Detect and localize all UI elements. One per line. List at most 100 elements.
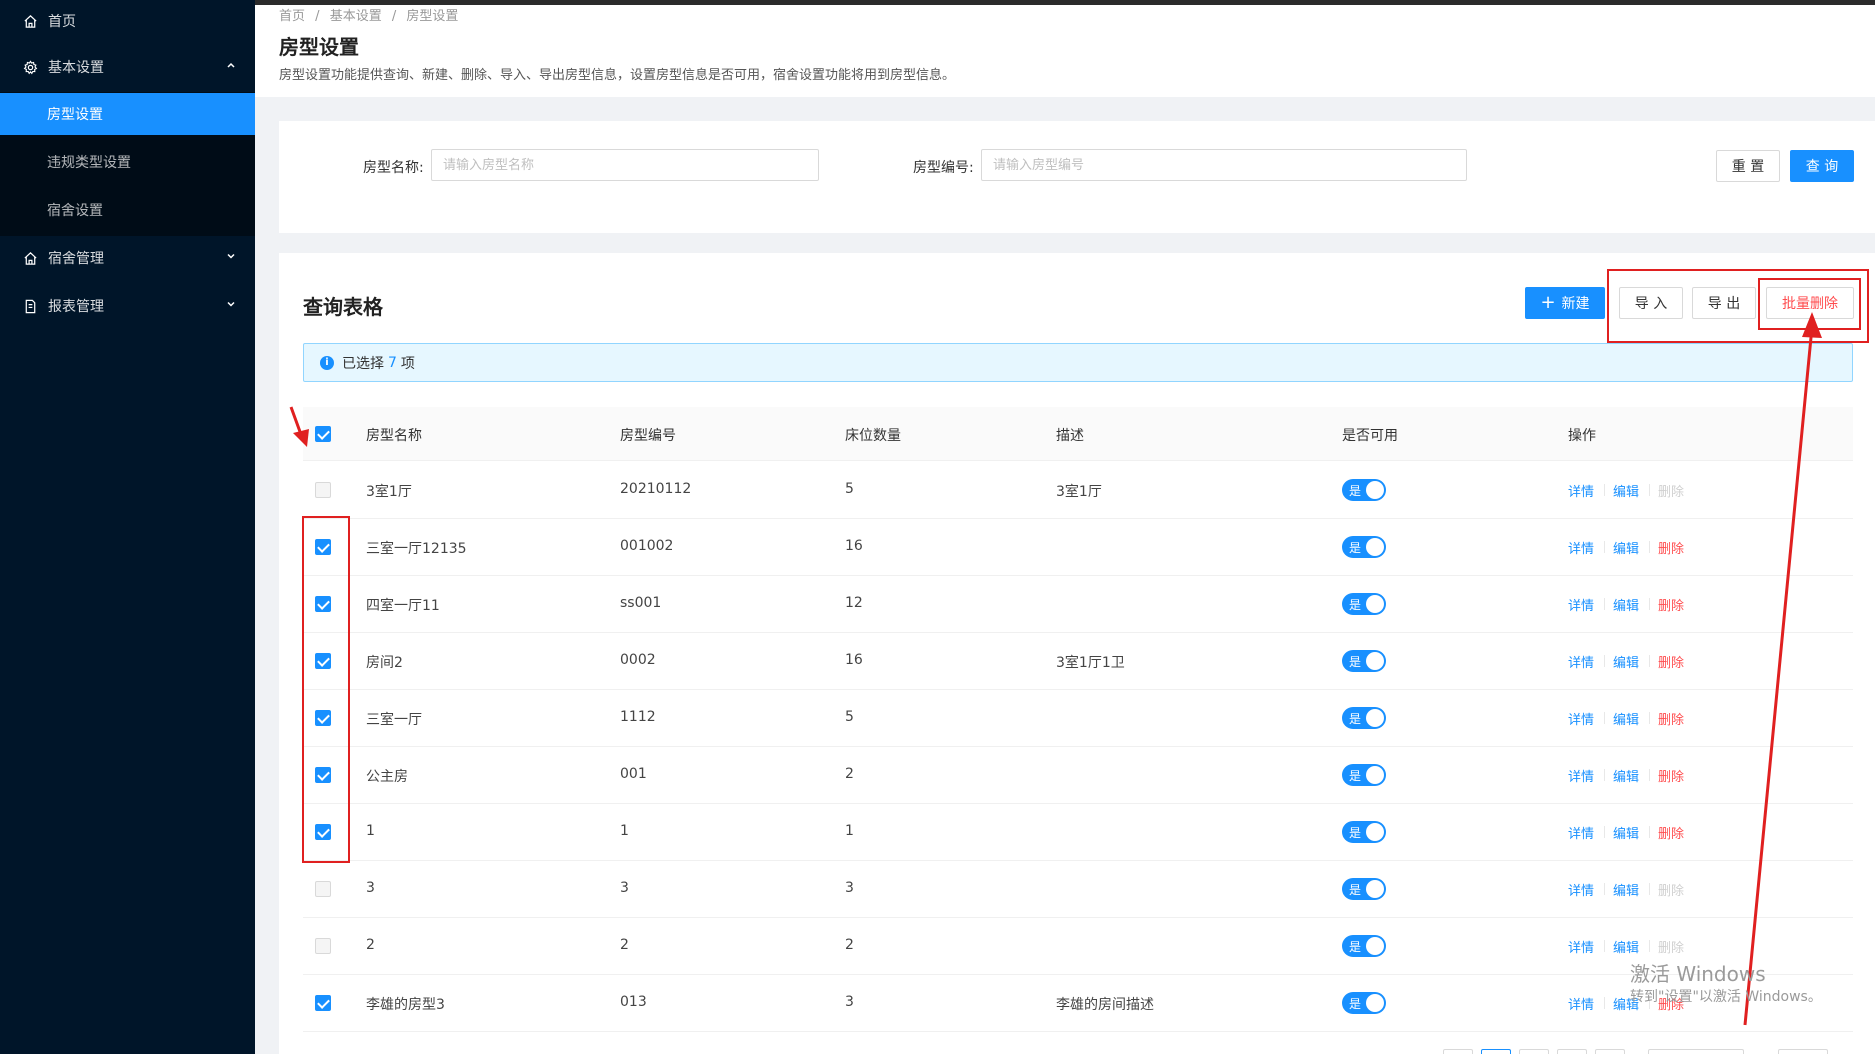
- enabled-switch[interactable]: 是: [1342, 878, 1386, 900]
- breadcrumb-separator: /: [315, 9, 320, 24]
- sidebar-item-home[interactable]: 首页: [0, 0, 255, 42]
- delete-link[interactable]: 删除: [1658, 652, 1684, 671]
- cell-beds: 1: [845, 823, 854, 839]
- query-button[interactable]: 查 询: [1790, 150, 1854, 182]
- row-checkbox[interactable]: [315, 995, 331, 1011]
- switch-label: 是: [1349, 712, 1362, 726]
- detail-link[interactable]: 详情: [1568, 481, 1594, 500]
- delete-link[interactable]: 删除: [1658, 595, 1684, 614]
- edit-link[interactable]: 编辑: [1613, 709, 1639, 728]
- row-checkbox[interactable]: [315, 881, 331, 897]
- edit-link[interactable]: 编辑: [1613, 481, 1639, 500]
- edit-link[interactable]: 编辑: [1613, 880, 1639, 899]
- row-checkbox[interactable]: [315, 482, 331, 498]
- enabled-switch[interactable]: 是: [1342, 536, 1386, 558]
- room-code-input[interactable]: [981, 149, 1467, 181]
- new-button[interactable]: + 新建: [1525, 287, 1605, 319]
- sidebar-item-dorm-management[interactable]: 宿舍管理: [0, 237, 255, 279]
- new-button-label: 新建: [1561, 296, 1590, 312]
- reset-button[interactable]: 重 置: [1716, 150, 1780, 182]
- pagination-item-active[interactable]: [1481, 1049, 1511, 1054]
- switch-knob: [1366, 481, 1384, 499]
- edit-link[interactable]: 编辑: [1613, 766, 1639, 785]
- enabled-switch[interactable]: 是: [1342, 593, 1386, 615]
- delete-link[interactable]: 删除: [1658, 823, 1684, 842]
- enabled-switch[interactable]: 是: [1342, 650, 1386, 672]
- breadcrumb-home[interactable]: 首页: [279, 9, 305, 24]
- switch-knob: [1366, 652, 1384, 670]
- action-divider: [1604, 769, 1605, 781]
- sidebar-item-dorm-settings[interactable]: 宿舍设置: [0, 189, 255, 231]
- page-size-select[interactable]: [1648, 1049, 1744, 1054]
- detail-link[interactable]: 详情: [1568, 994, 1594, 1013]
- enabled-switch[interactable]: 是: [1342, 479, 1386, 501]
- table-row: 四室一厅11 ss001 12 是 详情 编辑 删除: [303, 576, 1853, 633]
- cell-room-code: 20210112: [620, 481, 692, 497]
- sidebar-item-label: 首页: [48, 14, 76, 30]
- detail-link[interactable]: 详情: [1568, 766, 1594, 785]
- edit-link[interactable]: 编辑: [1613, 652, 1639, 671]
- switch-label: 是: [1349, 997, 1362, 1011]
- pagination-item[interactable]: [1557, 1049, 1587, 1054]
- delete-link[interactable]: 删除: [1658, 880, 1684, 899]
- sidebar-item-basic-settings[interactable]: 基本设置: [0, 46, 255, 88]
- column-header-enabled: 是否可用: [1342, 428, 1398, 444]
- delete-link[interactable]: 删除: [1658, 481, 1684, 500]
- page-description: 房型设置功能提供查询、新建、删除、导入、导出房型信息，设置房型信息是否可用，宿舍…: [279, 68, 956, 83]
- detail-link[interactable]: 详情: [1568, 595, 1594, 614]
- switch-label: 是: [1349, 769, 1362, 783]
- detail-link[interactable]: 详情: [1568, 709, 1594, 728]
- switch-knob: [1366, 880, 1384, 898]
- delete-link[interactable]: 删除: [1658, 937, 1684, 956]
- detail-link[interactable]: 详情: [1568, 823, 1594, 842]
- delete-link[interactable]: 删除: [1658, 538, 1684, 557]
- pagination-item[interactable]: [1519, 1049, 1549, 1054]
- cell-beds: 2: [845, 937, 854, 953]
- detail-link[interactable]: 详情: [1568, 538, 1594, 557]
- cell-room-code: 2: [620, 937, 629, 953]
- detail-link[interactable]: 详情: [1568, 652, 1594, 671]
- enabled-switch[interactable]: 是: [1342, 821, 1386, 843]
- cell-description: 李雄的房间描述: [1056, 997, 1154, 1013]
- edit-link[interactable]: 编辑: [1613, 937, 1639, 956]
- room-name-input[interactable]: [431, 149, 819, 181]
- detail-link[interactable]: 详情: [1568, 880, 1594, 899]
- action-divider: [1604, 997, 1605, 1009]
- gear-icon: [22, 59, 38, 75]
- edit-link[interactable]: 编辑: [1613, 538, 1639, 557]
- page-header: 首页 / 基本设置 / 房型设置 房型设置 房型设置功能提供查询、新建、删除、导…: [255, 5, 1875, 97]
- page-jump-input[interactable]: [1778, 1049, 1828, 1054]
- file-icon: [22, 298, 38, 314]
- sidebar: 首页 基本设置 房型设置 违规类型设置 宿舍设置 宿舍管理 报表管理: [0, 0, 255, 1054]
- cell-beds: 3: [845, 994, 854, 1010]
- cell-beds: 12: [845, 595, 863, 611]
- pagination-item[interactable]: [1595, 1049, 1625, 1054]
- select-all-checkbox[interactable]: [315, 426, 331, 442]
- delete-link[interactable]: 删除: [1658, 709, 1684, 728]
- cell-beds: 5: [845, 709, 854, 725]
- pagination-item[interactable]: [1443, 1049, 1473, 1054]
- enabled-switch[interactable]: 是: [1342, 764, 1386, 786]
- detail-link[interactable]: 详情: [1568, 937, 1594, 956]
- breadcrumb-current: 房型设置: [406, 9, 459, 24]
- alert-suffix: 项: [400, 355, 415, 372]
- row-checkbox[interactable]: [315, 938, 331, 954]
- sidebar-item-report-management[interactable]: 报表管理: [0, 285, 255, 327]
- breadcrumb-basic-settings[interactable]: 基本设置: [330, 9, 382, 24]
- sidebar-item-label: 报表管理: [48, 299, 104, 315]
- cell-beds: 16: [845, 538, 863, 554]
- sidebar-item-violation-type[interactable]: 违规类型设置: [0, 141, 255, 183]
- edit-link[interactable]: 编辑: [1613, 823, 1639, 842]
- sidebar-item-room-type[interactable]: 房型设置: [0, 93, 255, 135]
- edit-link[interactable]: 编辑: [1613, 595, 1639, 614]
- delete-link[interactable]: 删除: [1658, 766, 1684, 785]
- annotation-box-batch-delete: [1758, 278, 1861, 330]
- plus-icon: +: [1540, 292, 1556, 313]
- switch-label: 是: [1349, 883, 1362, 897]
- action-divider: [1604, 883, 1605, 895]
- windows-watermark-title: 激活 Windows: [1630, 962, 1766, 986]
- enabled-switch[interactable]: 是: [1342, 935, 1386, 957]
- enabled-switch[interactable]: 是: [1342, 707, 1386, 729]
- cell-room-code: 0002: [620, 652, 656, 668]
- enabled-switch[interactable]: 是: [1342, 992, 1386, 1014]
